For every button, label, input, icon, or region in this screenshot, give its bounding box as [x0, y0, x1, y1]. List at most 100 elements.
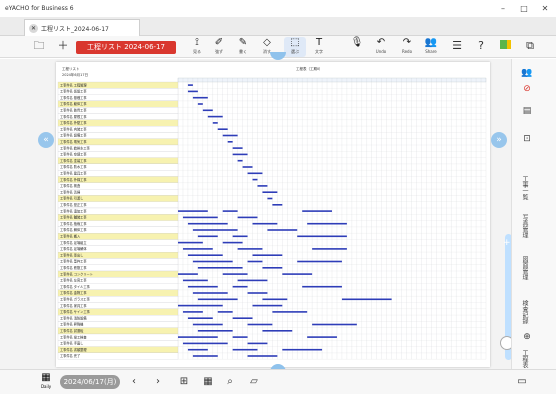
view-tool[interactable]: ⟟ 見る	[186, 37, 208, 57]
document-title[interactable]: 工程リスト 2024-06-17	[76, 41, 176, 54]
color-icon[interactable]	[496, 39, 514, 55]
sidebar-label-photos[interactable]: 写真管理	[520, 214, 529, 238]
eraser-icon[interactable]: ▱	[246, 374, 262, 390]
row-label: 工事件名 サイン工事	[60, 309, 91, 314]
menu-icon[interactable]: ☰	[448, 39, 466, 55]
sidebar-label-schedule[interactable]: 工程表	[520, 350, 529, 368]
undo-button-label: Undo	[375, 49, 387, 54]
schedule-bar	[217, 311, 233, 313]
schedule-bar	[262, 298, 288, 301]
schedule-bar	[232, 147, 243, 149]
schedule-bar	[232, 285, 248, 288]
schedule-bar	[312, 248, 347, 250]
view-tool-icon: ⟟	[195, 37, 199, 48]
row-label: 工事件名 型枠工事	[60, 259, 87, 264]
sidebar-label-projects[interactable]: 工事一覧	[520, 176, 529, 200]
text-tool[interactable]: T 文字	[308, 37, 330, 57]
folder-add-icon[interactable]: ⊡	[519, 134, 535, 148]
row-label: 工事件名 手直し	[60, 341, 83, 346]
row-label: 工事件名 鉄骨工事	[60, 108, 87, 113]
app-title: eYACHO for Business 6	[5, 5, 74, 12]
link-icon[interactable]: ⊘	[519, 84, 535, 98]
schedule-bar	[312, 323, 357, 326]
sidebar-label-drawings[interactable]: 図面管理	[520, 256, 529, 280]
close-window-button[interactable]: ✕	[538, 3, 552, 14]
undo-button[interactable]: ↶ Undo	[370, 37, 392, 57]
document-icon[interactable]: ▤	[519, 106, 535, 120]
schedule-bar	[267, 229, 298, 231]
previous-page-icon[interactable]: «	[38, 132, 54, 148]
sidebar-label-inspections[interactable]: 検査記録	[520, 300, 529, 324]
tab-document[interactable]: ✕ 工程リスト_2024-06-17	[24, 19, 140, 36]
search-page-icon[interactable]: ⌕	[222, 374, 238, 390]
add-page-icon[interactable]: ⊕	[519, 332, 535, 346]
schedule-bar	[202, 109, 213, 112]
minimize-button[interactable]: –	[496, 3, 510, 14]
fullscreen-icon[interactable]: ⧉	[521, 39, 539, 55]
text-tool-icon: T	[315, 37, 323, 48]
schedule-bar	[297, 260, 342, 263]
schedule-bar	[178, 241, 203, 244]
folder-icon[interactable]: 🗀	[30, 39, 48, 55]
schedule-bar	[178, 273, 198, 275]
zoom-in-icon[interactable]: +	[503, 238, 511, 248]
schedule-bar	[307, 336, 337, 338]
row-label: 工事件名 舗装工事	[60, 215, 87, 220]
row-label: 工事件名 竣工検査	[60, 334, 87, 339]
schedule-bar	[197, 267, 243, 269]
schedule-bar	[182, 216, 218, 219]
row-label: 工事件名 左官工事	[60, 278, 87, 283]
row-label: 工事件名 金物工事	[60, 290, 87, 295]
schedule-bar	[252, 254, 283, 256]
add-icon[interactable]: ＋	[54, 39, 72, 55]
schedule-bar	[197, 103, 203, 105]
row-label: 工事件名 足場解体	[60, 246, 87, 251]
schedule-bar	[247, 172, 263, 175]
redo-button[interactable]: ↷ Redo	[396, 37, 418, 57]
sheet-header-right: 工程表（工期Ⅱ）	[296, 66, 322, 71]
row-label: 工事件名 解体工事	[60, 227, 87, 232]
share-button[interactable]: 👥 Share	[420, 37, 442, 57]
voice-tool[interactable]: 🎙	[346, 37, 368, 57]
previous-day-icon[interactable]: ‹	[126, 374, 142, 390]
schedule-bar	[222, 134, 238, 137]
schedule-bar	[232, 235, 248, 238]
row-label: 工事件名 完了	[60, 353, 80, 358]
row-label: 工事件名 ガラス工事	[60, 297, 90, 302]
row-label: 工事件名 仮設工事	[60, 89, 87, 94]
schedule-bar	[247, 323, 273, 326]
schedule-bar	[187, 285, 218, 288]
sheet-header-left: 工程リスト	[62, 66, 80, 71]
daily-label: Daily	[40, 384, 52, 389]
add-page-icon[interactable]: ⊞	[176, 374, 192, 390]
schedule-bar	[222, 241, 243, 244]
schedule-bar	[192, 260, 233, 263]
help-icon[interactable]: ?	[472, 39, 490, 55]
title-bar: eYACHO for Business 6 – □ ✕	[0, 0, 556, 17]
grid-view-icon[interactable]: ▦	[200, 374, 216, 390]
share-button-label: Share	[425, 49, 437, 54]
schedule-bar	[187, 90, 198, 93]
calendar-icon: ▦	[41, 372, 51, 383]
pen-tool[interactable]: ✐ 強ず	[208, 37, 230, 57]
text-tool-label: 文字	[315, 49, 323, 54]
select-tool[interactable]: ⬚ 選ぶ	[284, 37, 306, 57]
row-label: 工事件名 昇降機	[60, 322, 84, 327]
schedule-bar	[247, 355, 278, 357]
users-icon[interactable]: 👥	[519, 68, 535, 82]
chat-icon[interactable]: ▭	[514, 374, 530, 390]
close-tab-icon[interactable]: ✕	[29, 24, 38, 33]
share-button-icon: 👥	[424, 37, 438, 48]
next-day-icon[interactable]: ›	[150, 374, 166, 390]
maximize-button[interactable]: □	[517, 3, 531, 14]
schedule-bar	[267, 197, 273, 200]
schedule-bar	[257, 185, 268, 187]
next-page-icon[interactable]: »	[491, 132, 507, 148]
schedule-bar	[262, 191, 278, 193]
eraser-tool-icon: ◇	[263, 37, 271, 48]
schedule-sheet[interactable]: 工程リスト 工程表（工期Ⅱ） 2024年6月17日 工事件名 工程管理 工事件名 仮設工…	[56, 62, 490, 367]
write-tool[interactable]: ✎ 書く	[232, 37, 254, 57]
row-label: 工事件名 消防設備	[60, 315, 87, 320]
daily-button[interactable]: ▦ Daily	[38, 372, 54, 392]
date-selector[interactable]: 2024/06/17(月)	[60, 375, 120, 389]
